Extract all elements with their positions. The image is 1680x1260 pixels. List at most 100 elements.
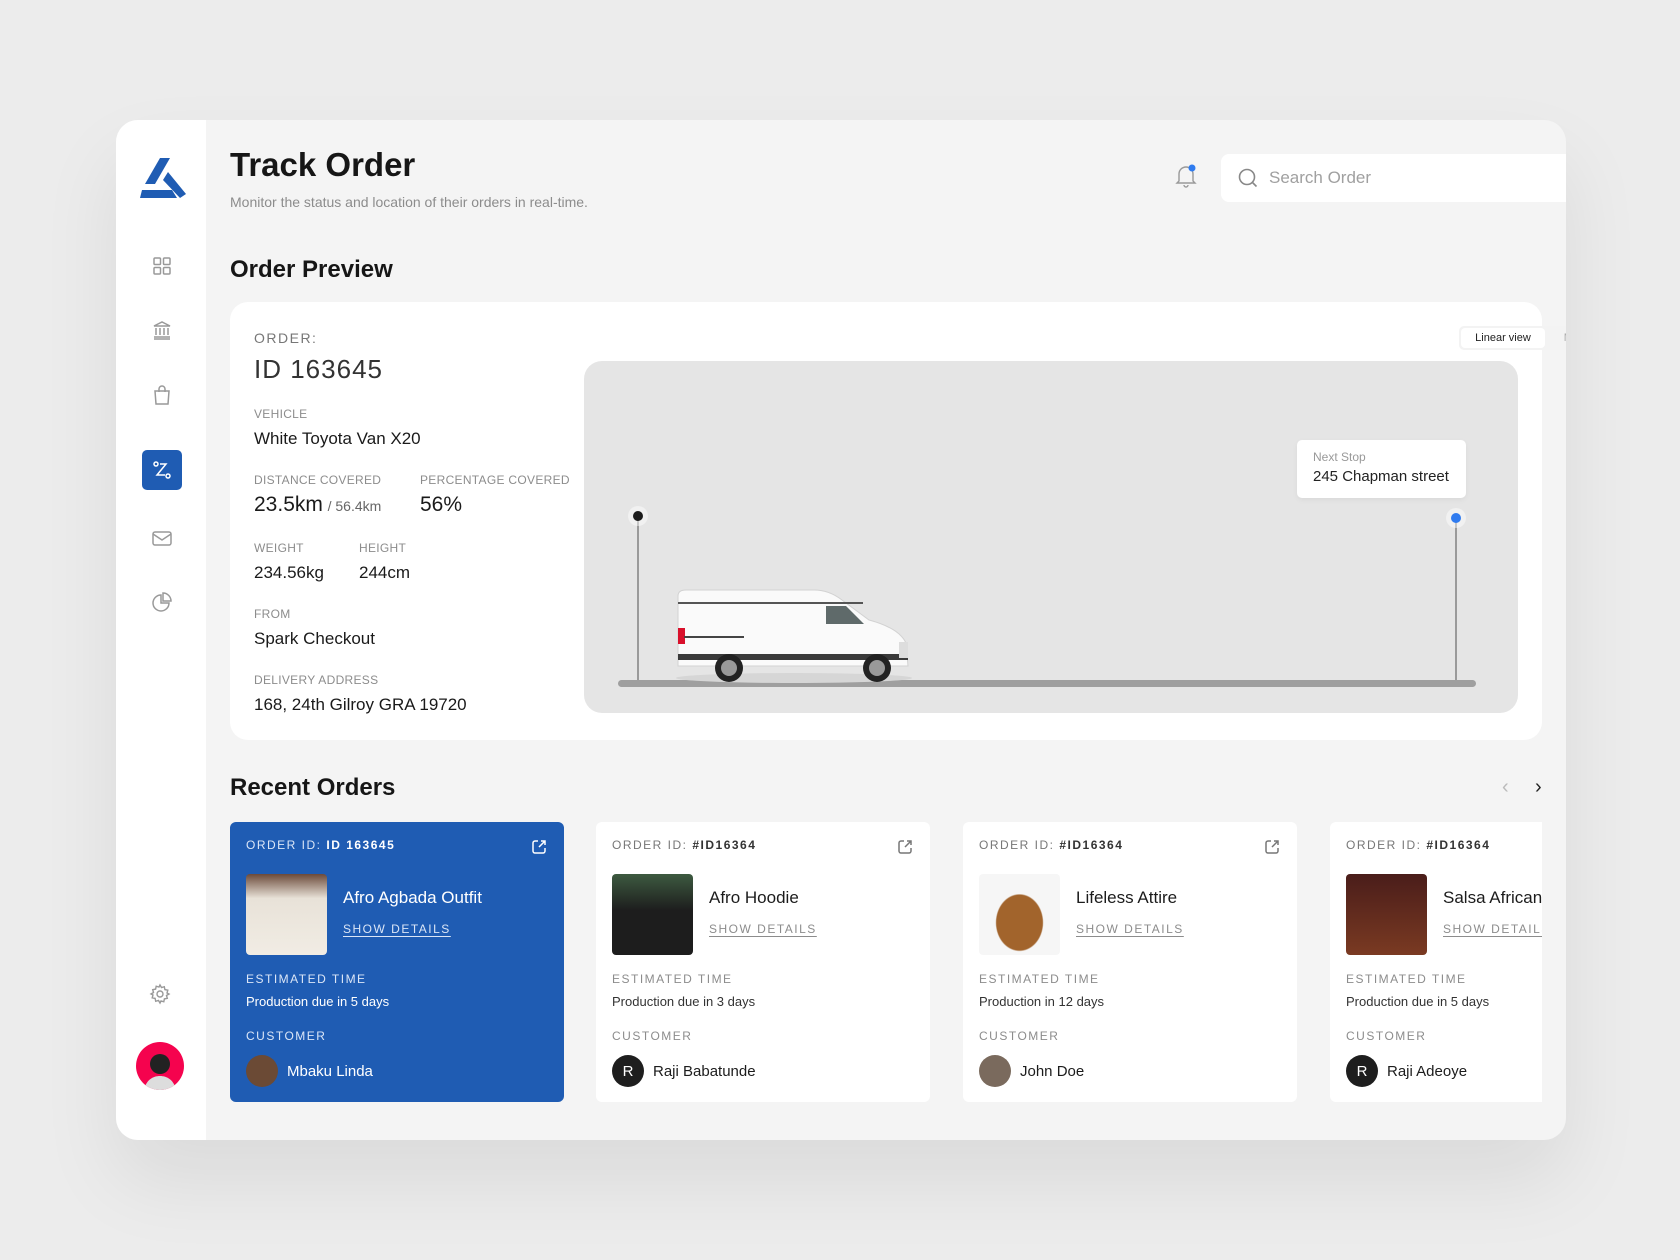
page-title: Track Order — [230, 146, 416, 183]
sidebar-item-analytics[interactable] — [142, 582, 182, 622]
percentage-value: 56% — [420, 493, 463, 516]
from-value: Spark Checkout — [254, 629, 375, 648]
vehicle-label: VEHICLE — [254, 407, 308, 421]
sidebar-item-track-order[interactable] — [142, 450, 182, 490]
customer-name: Mbaku Linda — [287, 1062, 373, 1080]
order-id-line: ORDER ID: #ID16364 — [612, 838, 757, 852]
search-input[interactable] — [1269, 168, 1566, 188]
pie-chart-icon — [152, 592, 172, 612]
sidebar-item-dashboard[interactable] — [142, 246, 182, 286]
order-card[interactable]: ORDER ID: #ID16364 Salsa African SHOW DE… — [1330, 822, 1542, 1102]
order-card[interactable]: ORDER ID: #ID16364 Afro Hoodie SHOW DETA… — [596, 822, 930, 1102]
order-id-line: ORDER ID: #ID16364 — [979, 838, 1124, 852]
customer: Mbaku Linda — [246, 1055, 373, 1087]
notifications-button[interactable] — [1172, 162, 1200, 190]
user-photo — [144, 1054, 176, 1090]
start-pole — [637, 516, 639, 682]
customer-avatar — [246, 1055, 278, 1087]
show-details-link[interactable]: SHOW DETAILS — [709, 922, 817, 936]
estimated-time-label: ESTIMATED TIME — [979, 972, 1100, 986]
customer-avatar — [979, 1055, 1011, 1087]
estimated-time-value: Production due in 3 days — [612, 994, 756, 1009]
product-image — [246, 874, 327, 955]
prev-button[interactable]: ‹ — [1502, 776, 1509, 799]
estimated-time-value: Production in 12 days — [979, 994, 1105, 1009]
settings-button[interactable] — [140, 974, 180, 1014]
external-link-icon[interactable] — [530, 838, 548, 856]
show-details-link[interactable]: SHOW DETAILS — [343, 922, 451, 936]
product-image — [612, 874, 693, 955]
start-point — [633, 511, 643, 521]
bank-icon — [153, 321, 171, 340]
external-link-icon[interactable] — [896, 838, 914, 856]
main-content: Track Order Monitor the status and locat… — [230, 120, 1566, 1140]
page-subtitle: Monitor the status and location of their… — [230, 194, 588, 210]
vehicle-value: White Toyota Van X20 — [254, 429, 421, 448]
grid-icon — [153, 257, 171, 275]
customer-name: Raji Adeoye — [1387, 1062, 1468, 1080]
customer-avatar: R — [612, 1055, 644, 1087]
order-preview-card: ORDER: ID 163645 VEHICLE White Toyota Va… — [230, 302, 1566, 740]
order-id-line: ORDER ID: ID 163645 — [246, 838, 396, 852]
next-button[interactable]: › — [1535, 776, 1542, 799]
next-stop-point — [1451, 513, 1461, 523]
product-name: Salsa African — [1443, 888, 1542, 907]
order-label: ORDER: — [254, 330, 318, 346]
customer-label: CUSTOMER — [1346, 1029, 1427, 1043]
external-link-icon[interactable] — [1263, 838, 1281, 856]
estimated-time-label: ESTIMATED TIME — [246, 972, 367, 986]
height-label: HEIGHT — [359, 541, 407, 555]
distance-value: 23.5km — [254, 493, 323, 516]
order-preview-title: Order Preview — [230, 256, 393, 283]
linear-view-tab[interactable]: Linear view — [1461, 328, 1545, 348]
customer-label: CUSTOMER — [612, 1029, 693, 1043]
sidebar-item-messages[interactable] — [142, 518, 182, 558]
distance-label: DISTANCE COVERED — [254, 473, 382, 487]
shopping-bag-icon — [154, 385, 170, 405]
customer: R Raji Babatunde — [612, 1055, 756, 1087]
gear-icon — [149, 983, 171, 1005]
sidebar — [116, 120, 206, 1140]
product-name: Lifeless Attire — [1076, 888, 1178, 907]
distance-total: / 56.4km — [327, 498, 382, 514]
order-card[interactable]: ORDER ID: ID 163645 Afro Agbada Outfit S… — [230, 822, 564, 1102]
customer-avatar: R — [1346, 1055, 1378, 1087]
show-details-link[interactable]: SHOW DETAILS — [1443, 922, 1542, 936]
product-name: Afro Agbada Outfit — [343, 888, 482, 907]
order-card[interactable]: ORDER ID: #ID16364 Lifeless Attire SHOW … — [963, 822, 1297, 1102]
from-label: FROM — [254, 607, 291, 621]
route-visual: Next Stop 245 Chapman street — [584, 361, 1518, 713]
end-pole — [1455, 518, 1457, 682]
product-image — [979, 874, 1060, 955]
search-bar[interactable] — [1221, 154, 1566, 202]
product-name: Afro Hoodie — [709, 888, 799, 907]
height-value: 244cm — [359, 563, 411, 582]
customer-label: CUSTOMER — [979, 1029, 1060, 1043]
next-stop-tooltip: Next Stop 245 Chapman street — [1297, 440, 1466, 498]
map-view-tab[interactable]: Map view — [1545, 328, 1566, 348]
van-icon — [676, 589, 912, 683]
next-stop-label: Next Stop — [1313, 450, 1366, 464]
bell-icon — [1175, 164, 1197, 188]
estimated-time-label: ESTIMATED TIME — [1346, 972, 1467, 986]
estimated-time-label: ESTIMATED TIME — [612, 972, 733, 986]
search-icon — [1238, 168, 1258, 188]
next-stop-value: 245 Chapman street — [1313, 468, 1449, 485]
brand-logo[interactable] — [138, 156, 188, 200]
address-label: DELIVERY ADDRESS — [254, 673, 379, 687]
user-avatar[interactable] — [136, 1042, 184, 1090]
show-details-link[interactable]: SHOW DETAILS — [1076, 922, 1184, 936]
customer: John Doe — [979, 1055, 1084, 1087]
customer: R Raji Adeoye — [1346, 1055, 1467, 1087]
weight-label: WEIGHT — [254, 541, 304, 555]
estimated-time-value: Production due in 5 days — [1346, 994, 1490, 1009]
view-toggle: Linear view Map view — [1459, 326, 1566, 350]
customer-name: John Doe — [1020, 1062, 1085, 1080]
mail-icon — [152, 531, 172, 546]
sidebar-item-bank[interactable] — [142, 310, 182, 350]
percentage-label: PERCENTAGE COVERED — [420, 473, 570, 487]
customer-name: Raji Babatunde — [653, 1062, 756, 1080]
sidebar-item-orders[interactable] — [142, 375, 182, 415]
app-window: Track Order Monitor the status and locat… — [116, 120, 1566, 1140]
order-info: ORDER: ID 163645 VEHICLE White Toyota Va… — [254, 330, 584, 715]
